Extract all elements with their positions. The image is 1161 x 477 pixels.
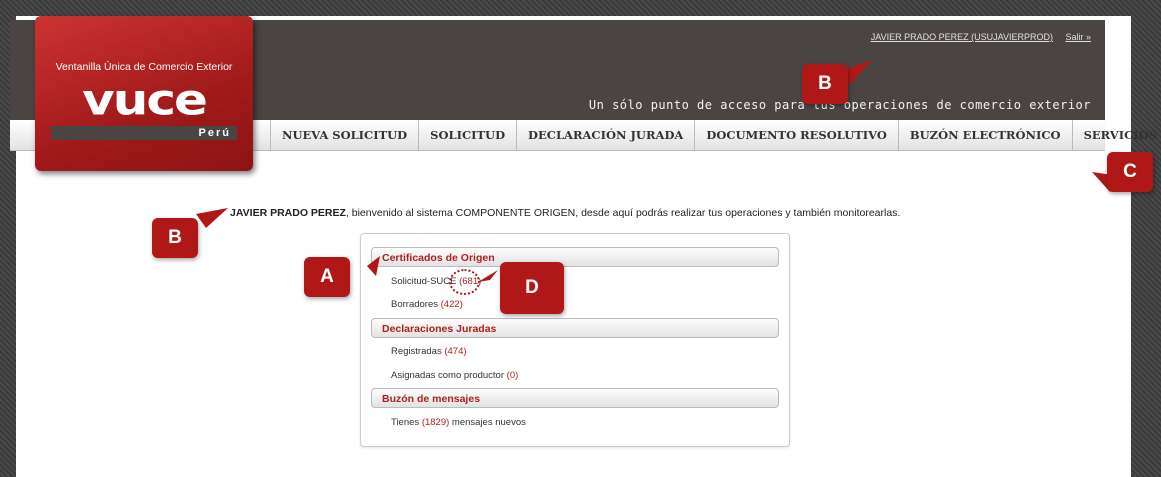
callout-badge-b-top: B — [802, 64, 848, 104]
callout-badge-b-left: B — [152, 218, 198, 258]
pointer-a — [367, 256, 380, 276]
pointer-d — [478, 270, 498, 282]
callout-badge-d: D — [500, 262, 564, 314]
callout-badge-a: A — [304, 257, 350, 297]
pointer-b-left — [196, 208, 228, 228]
callout-badge-c: C — [1107, 152, 1153, 192]
